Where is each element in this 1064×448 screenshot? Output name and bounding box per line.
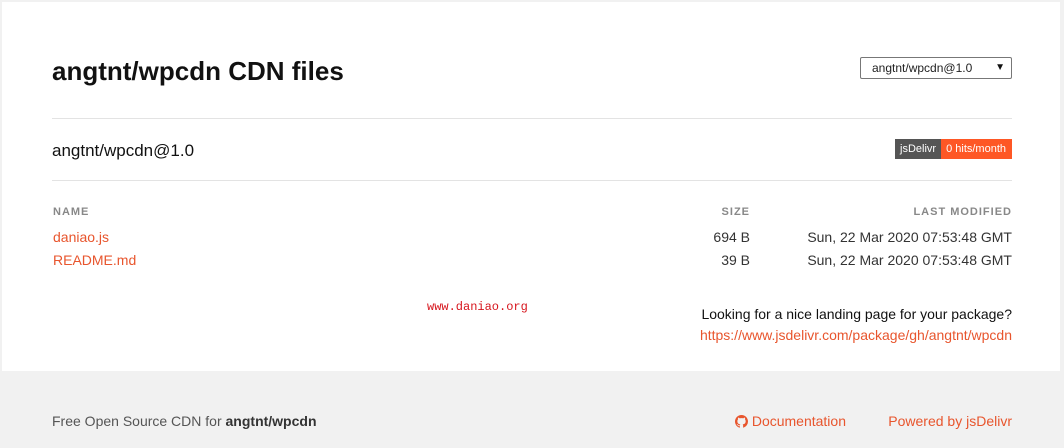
- powered-by-link[interactable]: Powered by jsDelivr: [888, 413, 1012, 429]
- documentation-label: Documentation: [751, 413, 846, 429]
- file-link[interactable]: README.md: [53, 252, 136, 268]
- badge-value: 0 hits/month: [941, 139, 1012, 159]
- file-size: 39 B: [721, 252, 750, 268]
- content-area: angtnt/wpcdn CDN files angtnt/wpcdn@1.0 …: [52, 2, 1012, 371]
- column-header-last-modified[interactable]: LAST MODIFIED: [913, 206, 1012, 218]
- landing-link[interactable]: https://www.jsdelivr.com/package/gh/angt…: [700, 325, 1012, 346]
- file-link[interactable]: daniao.js: [53, 229, 109, 245]
- column-header-name[interactable]: NAME: [53, 206, 89, 218]
- documentation-link[interactable]: Documentation: [734, 413, 846, 429]
- landing-page-promo: Looking for a nice landing page for your…: [700, 304, 1012, 346]
- file-size: 694 B: [713, 229, 750, 245]
- footer-tagline-prefix: Free Open Source CDN for: [52, 413, 226, 429]
- version-select[interactable]: angtnt/wpcdn@1.0 ▼: [860, 57, 1012, 79]
- page: angtnt/wpcdn CDN files angtnt/wpcdn@1.0 …: [0, 0, 1064, 448]
- badge-label: jsDelivr: [895, 139, 942, 159]
- file-modified: Sun, 22 Mar 2020 07:53:48 GMT: [807, 252, 1012, 268]
- version-select-value: angtnt/wpcdn@1.0: [872, 61, 973, 75]
- divider: [52, 118, 1012, 119]
- chevron-down-icon: ▼: [995, 62, 1005, 73]
- package-name: angtnt/wpcdn@1.0: [52, 141, 195, 160]
- footer-package-name: angtnt/wpcdn: [225, 413, 317, 429]
- table-row: README.md 39 B Sun, 22 Mar 2020 07:53:48…: [52, 252, 1012, 274]
- table-row: daniao.js 694 B Sun, 22 Mar 2020 07:53:4…: [52, 229, 1012, 251]
- footer-tagline: Free Open Source CDN for angtnt/wpcdn: [52, 413, 317, 429]
- watermark-text: www.daniao.org: [427, 300, 528, 314]
- github-icon: [734, 414, 748, 428]
- file-modified: Sun, 22 Mar 2020 07:53:48 GMT: [807, 229, 1012, 245]
- page-title: angtnt/wpcdn CDN files: [52, 56, 344, 86]
- landing-question: Looking for a nice landing page for your…: [701, 306, 1012, 322]
- divider: [52, 180, 1012, 181]
- main-panel: angtnt/wpcdn CDN files angtnt/wpcdn@1.0 …: [2, 2, 1060, 371]
- column-header-size[interactable]: SIZE: [722, 206, 750, 218]
- hits-badge[interactable]: jsDelivr 0 hits/month: [895, 139, 1012, 159]
